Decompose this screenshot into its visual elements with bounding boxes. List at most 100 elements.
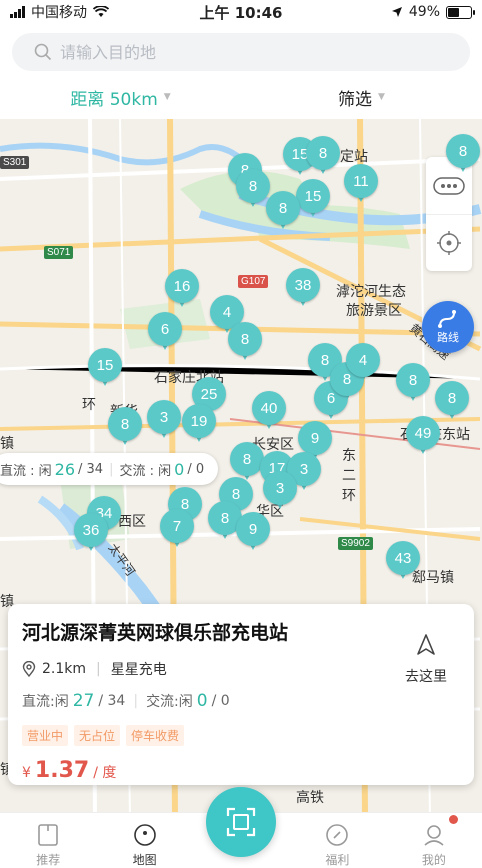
station-pin[interactable]: 15 bbox=[88, 348, 122, 388]
station-pin[interactable]: 8 bbox=[108, 407, 142, 447]
station-pin[interactable]: 40 bbox=[252, 391, 286, 431]
pin-count: 8 bbox=[396, 363, 430, 397]
pin-count: 43 bbox=[386, 541, 420, 575]
pin-count: 6 bbox=[148, 312, 182, 346]
tag: 无占位 bbox=[74, 725, 121, 746]
location-pin-icon bbox=[22, 661, 36, 677]
pin-count: 4 bbox=[346, 343, 380, 377]
distance-filter-label: 距离 50km bbox=[70, 89, 158, 110]
station-pin[interactable]: 43 bbox=[386, 541, 420, 581]
map-label: 环 bbox=[342, 487, 356, 503]
map-label: 滹沱河生态 bbox=[336, 283, 406, 299]
road-label: S301 bbox=[0, 156, 30, 169]
station-pin[interactable]: 9 bbox=[236, 512, 270, 552]
pin-count: 8 bbox=[446, 134, 480, 168]
tab-label: 福利 bbox=[325, 853, 350, 867]
station-operator: 星星充电 bbox=[110, 662, 167, 678]
distance-filter[interactable]: 距离 50km ▼ bbox=[0, 76, 241, 118]
pin-count: 49 bbox=[406, 416, 440, 450]
tab-recommend[interactable]: 推荐 bbox=[0, 813, 96, 868]
pin-count: 8 bbox=[306, 136, 340, 170]
station-pin[interactable]: 11 bbox=[344, 164, 378, 204]
caret-down-icon: ▼ bbox=[378, 92, 385, 102]
station-tooltip[interactable]: 直流 : 闲 26 / 34 | 交流 : 闲 0 / 0 bbox=[0, 453, 219, 485]
profile-icon bbox=[424, 825, 444, 846]
pin-count: 3 bbox=[263, 471, 297, 505]
avail-divider: | bbox=[133, 693, 139, 709]
station-pin[interactable]: 8 bbox=[230, 442, 264, 482]
filter-dropdown-label: 筛选 bbox=[338, 89, 373, 110]
navigate-button[interactable]: 去这里 bbox=[396, 634, 456, 686]
road-label: S9902 bbox=[338, 537, 373, 550]
tab-label: 我的 bbox=[421, 853, 446, 867]
tag: 停车收费 bbox=[126, 725, 185, 746]
status-bar: 中国移动 上午 10:46 49% bbox=[0, 0, 482, 24]
notification-dot bbox=[449, 815, 459, 824]
search-bar[interactable] bbox=[12, 33, 470, 71]
route-label: 路线 bbox=[437, 331, 459, 344]
map-label: 定站 bbox=[340, 148, 368, 164]
station-pin[interactable]: 38 bbox=[286, 268, 320, 308]
tooltip-dc-label: 直流 : 闲 bbox=[0, 463, 52, 479]
station-pin[interactable]: 8 bbox=[306, 136, 340, 176]
pin-count: 9 bbox=[298, 421, 332, 455]
search-input[interactable] bbox=[60, 42, 420, 62]
station-meta: 2.1km | 星星充电 bbox=[22, 659, 460, 679]
station-pin[interactable]: 49 bbox=[406, 416, 440, 456]
pin-count: 7 bbox=[160, 509, 194, 543]
station-availability: 直流:闲 27 / 34 | 交流:闲 0 / 0 bbox=[22, 691, 460, 711]
station-pin[interactable]: 8 bbox=[266, 191, 300, 231]
tab-label: 地图 bbox=[132, 853, 157, 867]
tooltip-dc-total: / 34 bbox=[78, 461, 104, 477]
station-card[interactable]: 河北源深菁英网球俱乐部充电站 2.1km | 星星充电 直流:闲 27 / 34… bbox=[8, 604, 474, 785]
map-label: 西区 bbox=[118, 513, 146, 529]
pin-count: 8 bbox=[236, 169, 270, 203]
ac-free: 0 bbox=[196, 691, 208, 711]
price-value: 1.37 bbox=[34, 758, 90, 783]
tab-welfare[interactable]: 福利 bbox=[289, 813, 385, 868]
ac-label: 交流:闲 bbox=[146, 694, 193, 710]
ac-total: / 0 bbox=[211, 693, 230, 709]
tab-mine[interactable]: 我的 bbox=[386, 813, 482, 868]
station-pin[interactable]: 7 bbox=[160, 509, 194, 549]
station-name: 河北源深菁英网球俱乐部充电站 bbox=[22, 622, 289, 644]
tooltip-dc-free: 26 bbox=[54, 459, 76, 479]
battery-percent: 49% bbox=[408, 4, 440, 20]
route-button[interactable]: 路线 bbox=[422, 301, 474, 353]
station-price: ¥ 1.37 / 度 bbox=[22, 758, 460, 783]
scan-button[interactable] bbox=[206, 787, 276, 857]
map-label: 高铁 bbox=[296, 789, 324, 805]
meta-divider: | bbox=[96, 661, 101, 677]
station-pin[interactable]: 8 bbox=[396, 363, 430, 403]
map-label: 环 bbox=[82, 396, 96, 412]
tab-label: 推荐 bbox=[36, 853, 61, 867]
map-label: 东 bbox=[342, 447, 356, 463]
station-pin[interactable]: 15 bbox=[296, 179, 330, 219]
station-pin[interactable]: 8 bbox=[228, 322, 262, 362]
station-pin[interactable]: 36 bbox=[74, 513, 108, 553]
map-icon bbox=[133, 824, 156, 846]
station-pin[interactable]: 16 bbox=[165, 269, 199, 309]
tooltip-ac-total: / 0 bbox=[187, 461, 205, 477]
station-pin[interactable]: 8 bbox=[236, 169, 270, 209]
filter-dropdown[interactable]: 筛选 ▼ bbox=[241, 76, 482, 118]
recommend-icon bbox=[38, 824, 59, 846]
tab-map[interactable]: 地图 bbox=[96, 813, 192, 868]
station-pin[interactable]: 3 bbox=[263, 471, 297, 511]
station-pin[interactable]: 8 bbox=[435, 381, 469, 421]
locate-button[interactable] bbox=[426, 214, 472, 271]
road-label: S071 bbox=[44, 246, 74, 259]
station-distance: 2.1km bbox=[42, 661, 87, 677]
pin-count: 8 bbox=[108, 407, 142, 441]
station-pin[interactable]: 3 bbox=[147, 400, 181, 440]
battery-icon bbox=[446, 5, 475, 19]
pin-count: 19 bbox=[182, 404, 216, 438]
road-label: G107 bbox=[238, 275, 269, 288]
station-pin[interactable]: 19 bbox=[182, 404, 216, 444]
station-pin[interactable]: 6 bbox=[148, 312, 182, 352]
map-label: 旅游景区 bbox=[346, 302, 402, 318]
tooltip-divider: | bbox=[109, 461, 114, 477]
filter-row: 距离 50km ▼ 筛选 ▼ bbox=[0, 76, 482, 118]
pin-count: 40 bbox=[252, 391, 286, 425]
compass-icon bbox=[326, 824, 349, 846]
